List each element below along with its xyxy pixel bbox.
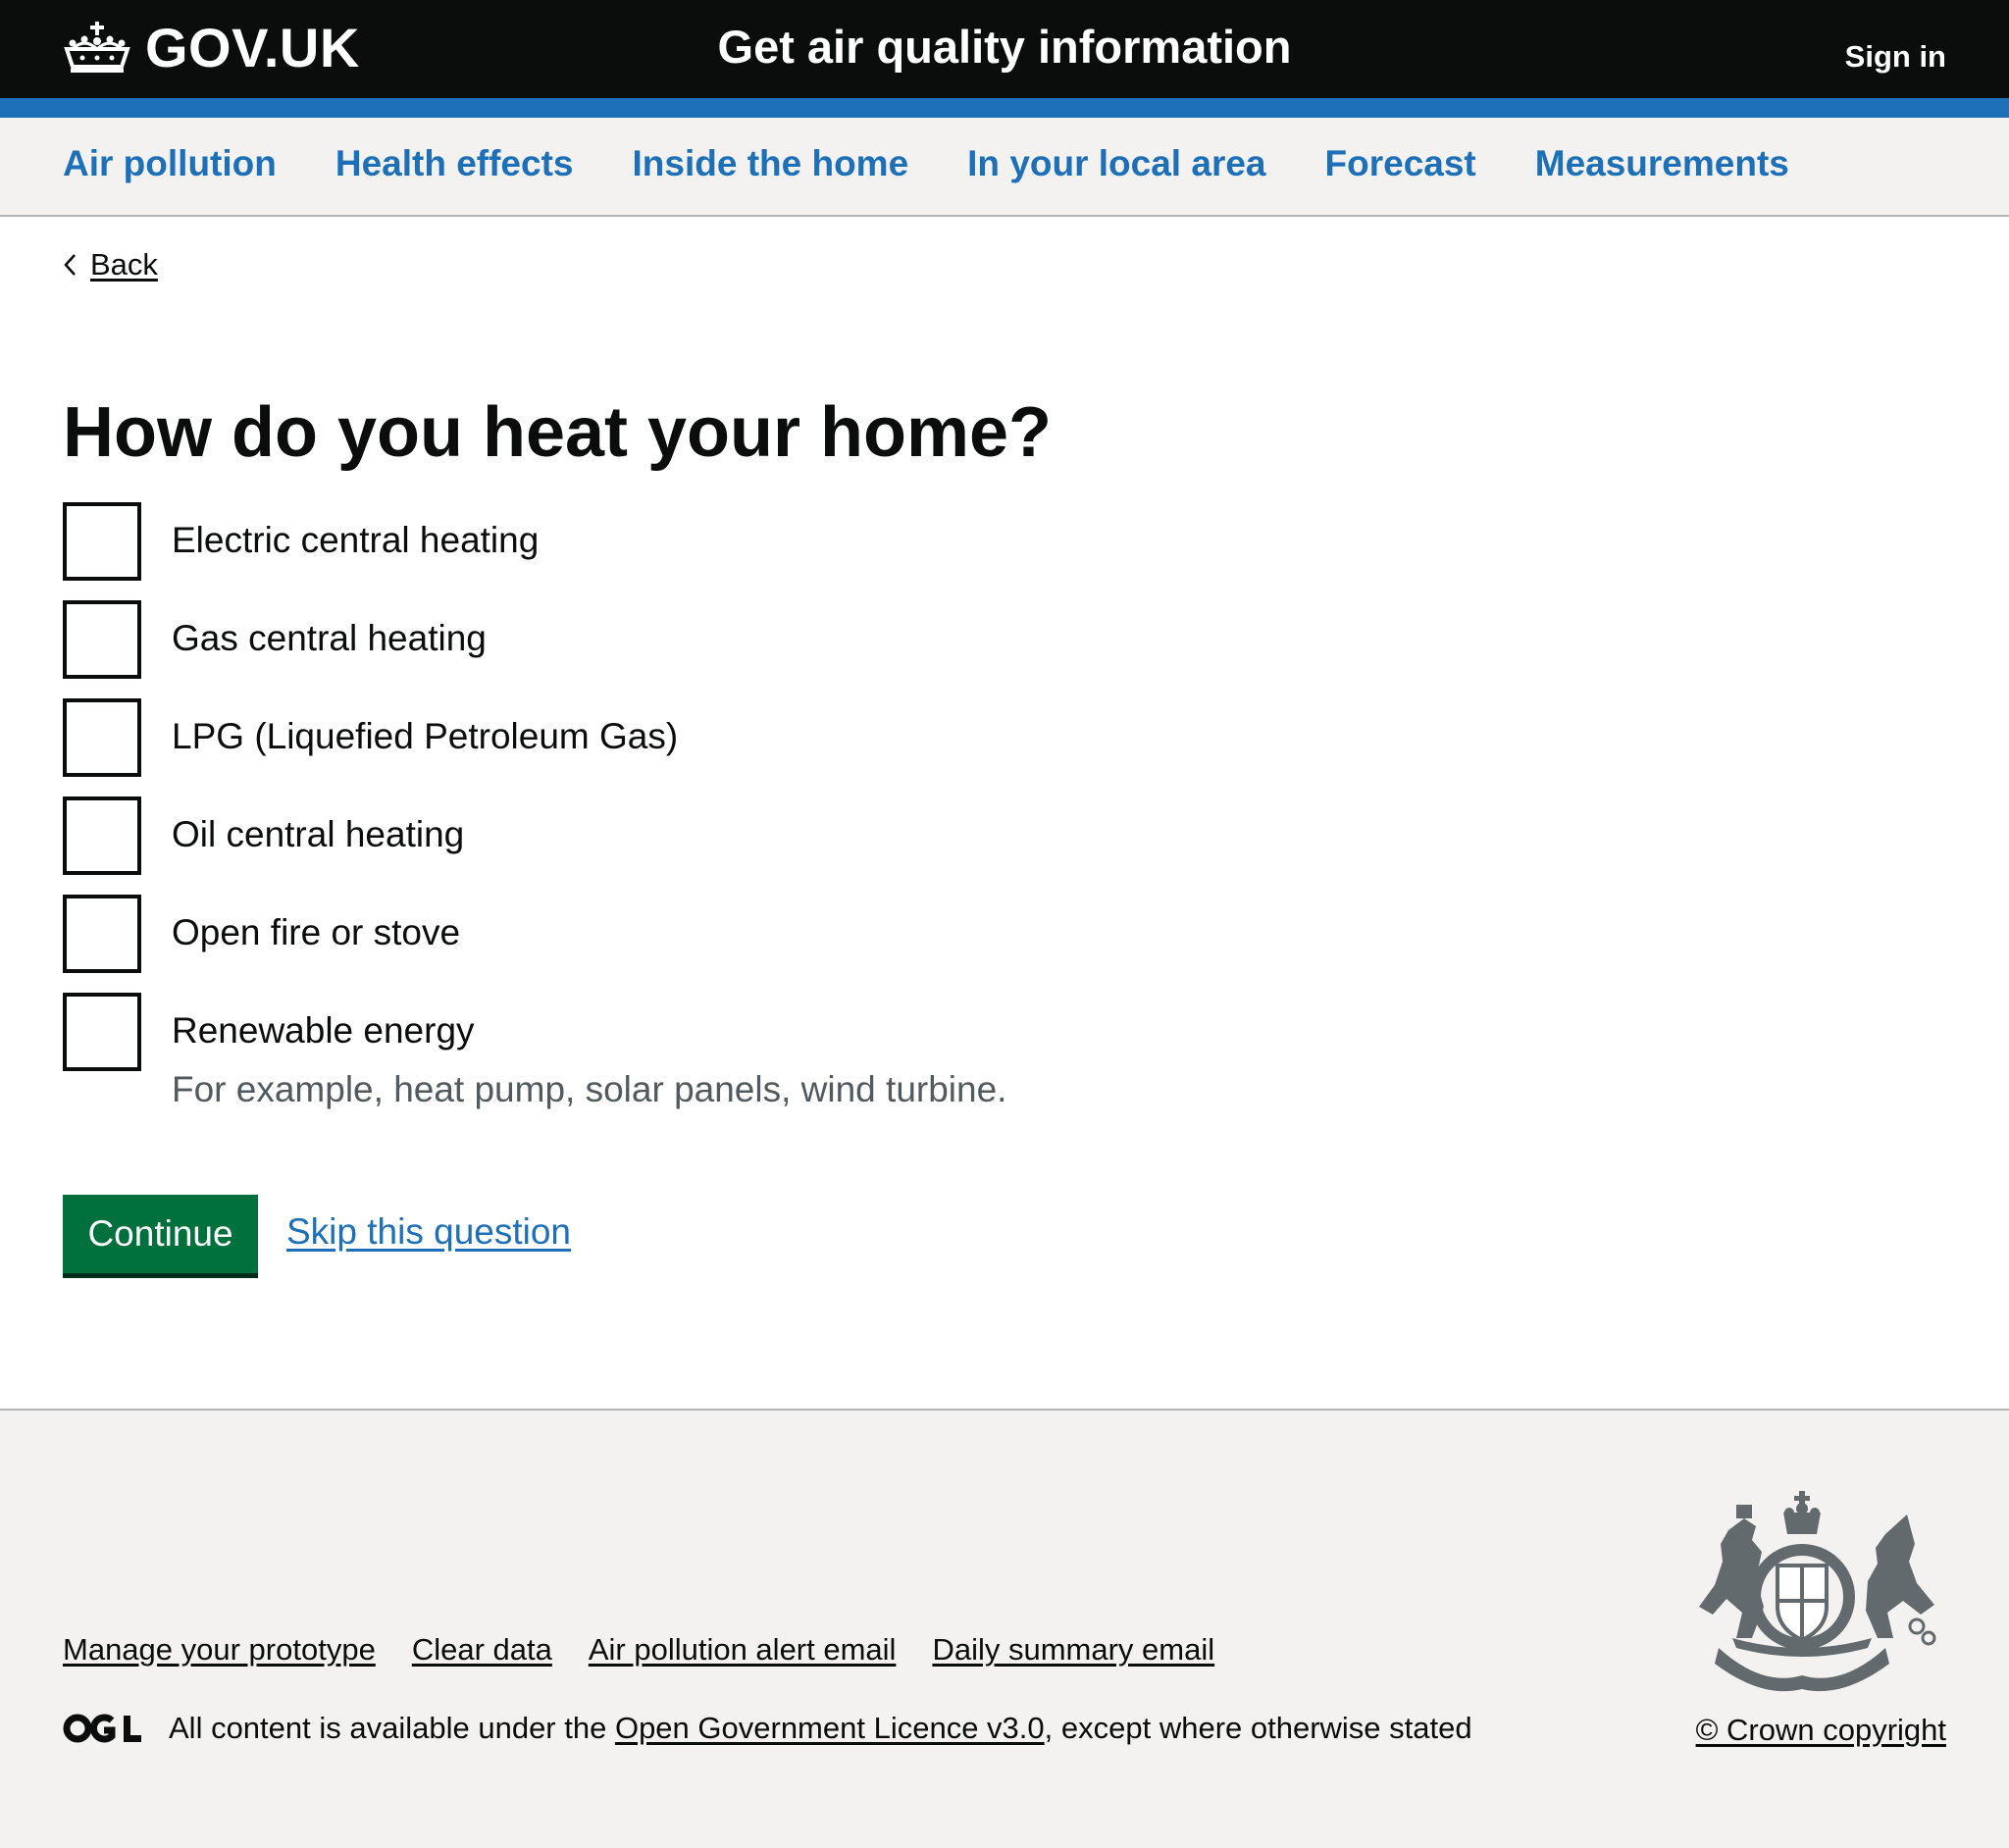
licence-prefix: All content is available under the — [169, 1711, 615, 1745]
skip-question-link[interactable]: Skip this question — [286, 1211, 571, 1253]
checkbox-label[interactable]: Electric central heating — [172, 520, 539, 561]
nav-item-in-your-local-area[interactable]: In your local area — [967, 143, 1265, 184]
back-link[interactable]: Back — [90, 247, 158, 282]
nav-item-air-pollution[interactable]: Air pollution — [63, 143, 277, 184]
crown-copyright-link[interactable]: © Crown copyright — [1696, 1713, 1946, 1748]
checkbox-gas-central-heating[interactable] — [63, 600, 141, 679]
continue-button[interactable]: Continue — [63, 1195, 258, 1273]
open-government-licence-link[interactable]: Open Government Licence v3.0 — [615, 1711, 1045, 1745]
site-footer: Manage your prototype Clear data Air pol… — [0, 1409, 2009, 1848]
checkbox-label[interactable]: Gas central heating — [172, 618, 487, 659]
chevron-left-icon — [64, 254, 76, 276]
header-accent-bar — [0, 98, 2009, 118]
back-link-container: Back — [63, 247, 158, 282]
nav-item-inside-the-home[interactable]: Inside the home — [633, 143, 909, 184]
site-header: GOV.UK Get air quality information Sign … — [0, 0, 2009, 98]
checkbox-label[interactable]: Renewable energy — [172, 1010, 475, 1052]
licence-text: All content is available under the Open … — [169, 1711, 1472, 1746]
service-navigation: Air pollution Health effects Inside the … — [0, 118, 2009, 217]
nav-item-health-effects[interactable]: Health effects — [335, 143, 574, 184]
nav-item-forecast[interactable]: Forecast — [1325, 143, 1476, 184]
checkbox-electric-central-heating[interactable] — [63, 502, 141, 581]
checkbox-label[interactable]: LPG (Liquefied Petroleum Gas) — [172, 716, 678, 757]
checkbox-hint: For example, heat pump, solar panels, wi… — [172, 1069, 1007, 1109]
page-title: How do you heat your home? — [63, 393, 1053, 472]
nav-item-measurements[interactable]: Measurements — [1535, 143, 1789, 184]
checkbox-label[interactable]: Open fire or stove — [172, 912, 460, 953]
licence-row: All content is available under the Open … — [63, 1711, 1472, 1746]
footer-link-clear-data[interactable]: Clear data — [412, 1632, 552, 1668]
service-name[interactable]: Get air quality information — [0, 20, 2009, 74]
footer-link-daily-summary-email[interactable]: Daily summary email — [932, 1632, 1214, 1668]
checkbox-oil-central-heating[interactable] — [63, 796, 141, 875]
licence-suffix: , except where otherwise stated — [1044, 1711, 1472, 1745]
checkbox-renewable-energy[interactable] — [63, 993, 141, 1071]
sign-in-link[interactable]: Sign in — [1845, 39, 1946, 75]
footer-links: Manage your prototype Clear data Air pol… — [63, 1632, 1214, 1668]
checkbox-lpg[interactable] — [63, 698, 141, 777]
footer-link-manage-prototype[interactable]: Manage your prototype — [63, 1632, 376, 1668]
footer-link-alert-email[interactable]: Air pollution alert email — [589, 1632, 897, 1668]
ogl-logo-icon — [63, 1714, 141, 1743]
royal-coat-of-arms-icon — [1699, 1491, 1936, 1692]
checkbox-open-fire-or-stove[interactable] — [63, 895, 141, 973]
checkbox-label[interactable]: Oil central heating — [172, 814, 464, 855]
nav-list: Air pollution Health effects Inside the … — [63, 143, 1789, 184]
